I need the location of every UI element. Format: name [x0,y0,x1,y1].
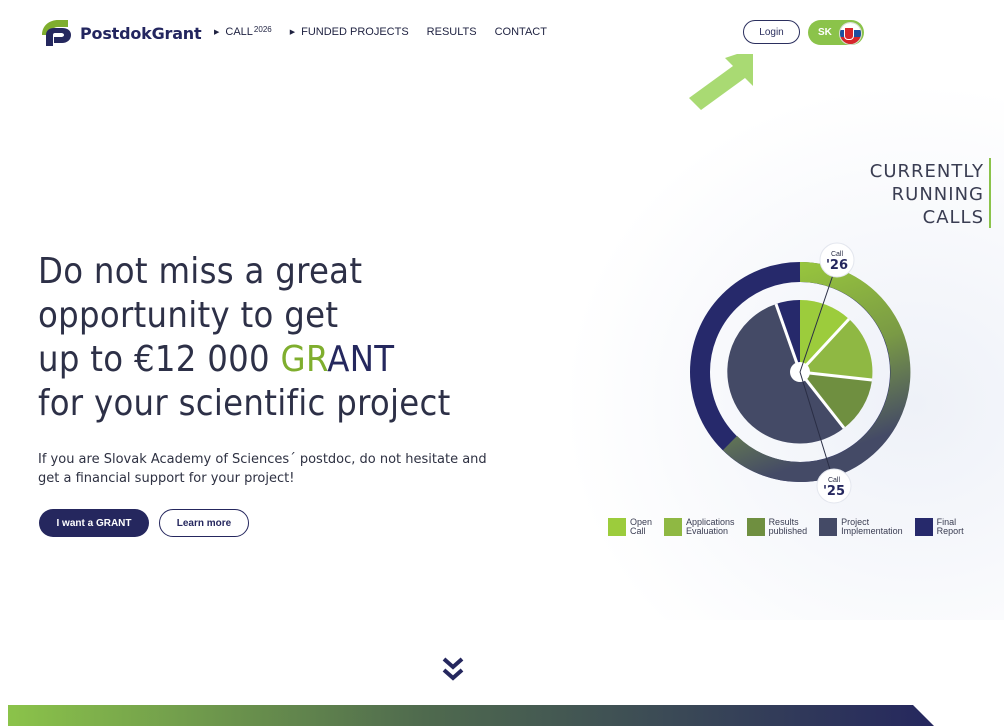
legend-item-open-call: Open Call [608,518,652,536]
legend-swatch [819,518,838,536]
call-26-badge: Call '26 [819,242,855,278]
legend-swatch [746,518,765,536]
legend-label: Project Implementation [841,517,903,536]
call-25-badge: Call '25 [816,468,852,504]
hero-line-2: opportunity to get [38,295,339,336]
calls-title-line: CALLS [922,207,984,228]
logo[interactable]: PostdokGrant [38,17,202,49]
badge-26-big: '26 [826,258,848,273]
language-label: SK [818,27,832,38]
legend-label: Final Report [936,517,964,536]
hero-line-1: Do not miss a great [38,251,363,292]
grant-word-navy: ANT [327,339,395,380]
currently-running-calls-heading: CURRENTLY RUNNING CALLS [870,160,984,229]
legend-swatch [914,518,933,536]
nav-call[interactable]: ▶ CALL 2026 [214,24,272,39]
legend-item-project-implementation: Project Implementation [819,518,903,536]
slovak-flag-icon [839,22,862,45]
login-button[interactable]: Login [743,20,800,44]
nav-call-year: 2026 [253,24,272,34]
want-grant-button[interactable]: I want a GRANT [39,509,149,537]
hero-amount: up to €12 000 [38,339,281,380]
footer-gradient-strip [8,705,934,726]
hero-subtitle: If you are Slovak Academy of Sciences´ p… [38,452,487,486]
nav-results[interactable]: RESULTS [427,26,477,38]
legend-item-results-published: Results published [746,517,808,536]
nav-contact-label: CONTACT [494,26,547,38]
legend-item-final-report: Final Report [914,517,964,536]
legend-swatch [608,518,626,536]
scroll-down-chevron-icon[interactable] [441,656,465,682]
legend-label: Open Call [630,517,653,536]
grant-word-green: GR [280,339,328,380]
badge-26-small: Call [831,251,844,258]
calls-accent-bar [989,158,991,228]
logo-text: PostdokGrant [80,23,202,43]
legend-label: Applications Evaluation [686,517,735,536]
postdokgrant-logo-icon [42,20,71,46]
calls-title-line: RUNNING [891,184,984,205]
badge-25-big: '25 [823,484,845,499]
badge-25-small: Call [828,477,841,484]
nav-funded-projects[interactable]: ▶ FUNDED PROJECTS [290,26,409,38]
hero-title: Do not miss a great opportunity to get u… [38,250,451,426]
legend-item-applications-evaluation: Applications Evaluation [664,518,735,536]
language-switch[interactable]: SK [808,20,864,45]
nav-results-label: RESULTS [426,26,477,38]
calls-timeline-chart: Call '26 Call '25 [690,242,911,504]
caret-right-icon: ▶ [289,29,296,36]
hero-line-4: for your scientific project [38,383,451,424]
legend-swatch [664,518,683,536]
nav-contact[interactable]: CONTACT [495,26,547,38]
hero-line-3: up to €12 000 GRANT [38,338,451,382]
learn-more-button[interactable]: Learn more [159,509,249,537]
nav-call-label: CALL [225,26,253,38]
calls-title-line: CURRENTLY [869,161,984,182]
main-nav: ▶ CALL 2026 ▶ FUNDED PROJECTS RESULTS CO… [214,24,565,39]
legend-label: Results published [768,517,808,536]
caret-right-icon: ▶ [214,29,220,36]
green-arrow-pointer-icon [689,54,753,110]
nav-funded-projects-label: FUNDED PROJECTS [301,26,409,38]
chart-legend: Open Call Applications Evaluation Result… [608,518,964,536]
